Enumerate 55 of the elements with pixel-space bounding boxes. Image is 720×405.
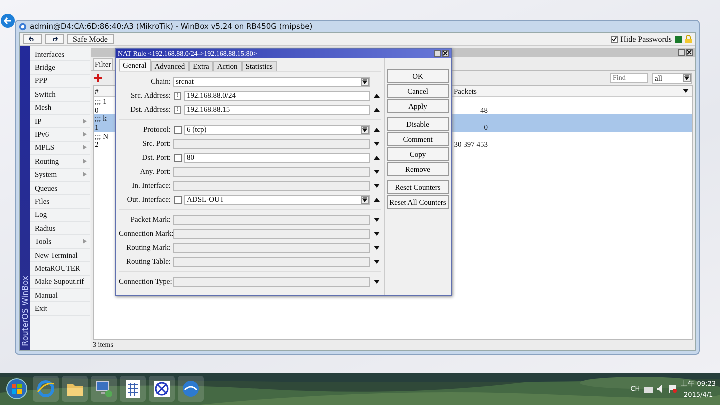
down-arrow-icon[interactable]: [374, 142, 380, 146]
input-field[interactable]: [173, 242, 370, 252]
redo-button[interactable]: [45, 34, 64, 44]
down-arrow-icon[interactable]: [374, 260, 380, 264]
winbox-icon[interactable]: [178, 376, 204, 402]
input-field[interactable]: [173, 138, 370, 148]
input-field[interactable]: [173, 180, 370, 190]
safe-mode-button[interactable]: Safe Mode: [67, 34, 114, 44]
spreadsheet-icon[interactable]: [120, 376, 146, 402]
redo-icon: [51, 36, 58, 42]
input-field[interactable]: [173, 228, 370, 238]
app-icon: [19, 22, 27, 30]
lock-icon: [685, 35, 692, 43]
dropdown-icon[interactable]: [361, 126, 369, 134]
back-arrow-icon[interactable]: [0, 14, 14, 28]
down-arrow-icon[interactable]: [374, 170, 380, 174]
maximize-button[interactable]: [678, 49, 685, 56]
input-field[interactable]: [173, 214, 370, 224]
dropdown-icon[interactable]: [361, 196, 369, 204]
input-field[interactable]: [173, 256, 370, 266]
input-field[interactable]: [173, 276, 370, 286]
field-checkbox[interactable]: [174, 126, 182, 134]
dropdown-icon[interactable]: [683, 74, 691, 82]
undo-icon: [29, 36, 36, 42]
up-arrow-icon[interactable]: [374, 156, 380, 160]
network-computer-icon[interactable]: [91, 376, 117, 402]
close-button[interactable]: [686, 49, 693, 56]
down-arrow-icon[interactable]: [374, 280, 380, 284]
up-arrow-icon[interactable]: [374, 128, 380, 132]
flag-icon[interactable]: [669, 385, 678, 393]
start-button[interactable]: [4, 376, 30, 402]
input-field[interactable]: [173, 166, 370, 176]
status-indicator-icon: [675, 36, 682, 42]
up-arrow-icon[interactable]: [374, 94, 380, 98]
close-button[interactable]: [442, 50, 449, 57]
down-arrow-icon[interactable]: [683, 89, 689, 93]
browser-icon[interactable]: [33, 376, 59, 402]
add-icon[interactable]: [94, 74, 102, 82]
undo-button[interactable]: [23, 34, 42, 44]
down-arrow-icon[interactable]: [374, 232, 380, 236]
dropdown-icon[interactable]: [361, 78, 369, 86]
down-arrow-icon[interactable]: [374, 184, 380, 188]
field-checkbox[interactable]: [174, 154, 182, 162]
folder-icon[interactable]: [62, 376, 88, 402]
down-arrow-icon[interactable]: [374, 246, 380, 250]
up-arrow-icon[interactable]: [374, 198, 380, 202]
hide-passwords-label: Hide Passwords: [620, 34, 672, 44]
maximize-button[interactable]: [434, 50, 441, 57]
hide-passwords-checkbox[interactable]: [610, 36, 618, 42]
field-checkbox[interactable]: [174, 196, 182, 204]
network-icon[interactable]: [644, 385, 654, 393]
target-icon[interactable]: [149, 376, 175, 402]
brand-text: RouterOS WinBox: [20, 276, 30, 346]
up-arrow-icon[interactable]: [374, 108, 380, 112]
down-arrow-icon[interactable]: [374, 218, 380, 222]
